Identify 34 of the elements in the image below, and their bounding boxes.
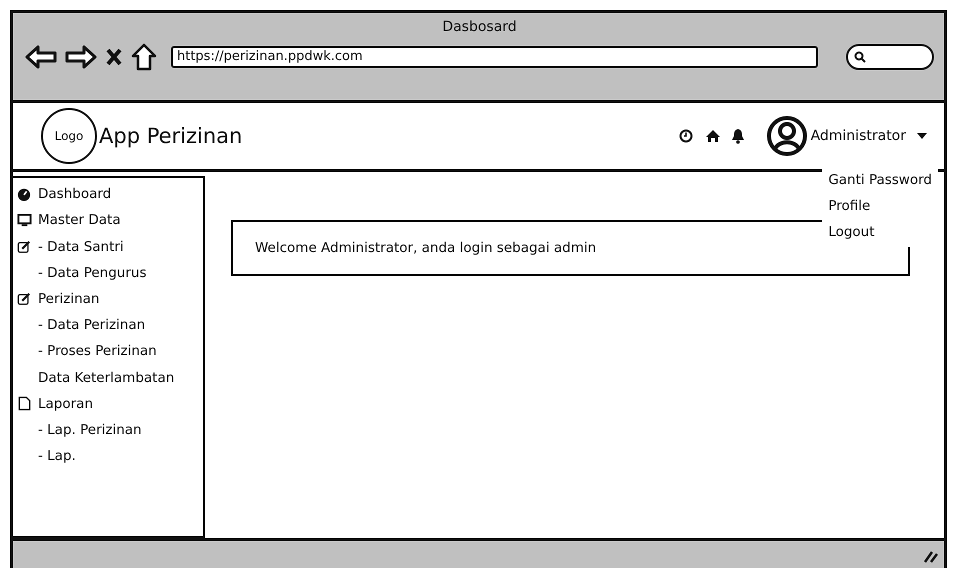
close-icon[interactable] xyxy=(105,47,123,67)
search-field[interactable] xyxy=(846,44,934,70)
sidebar-item[interactable]: Master Data xyxy=(16,207,203,234)
sidebar-item[interactable]: - Lap. xyxy=(16,443,203,470)
sidebar-item[interactable]: - Data Santri xyxy=(16,234,203,260)
window-title: Dasbosard xyxy=(442,19,517,37)
sidebar-item[interactable]: - Data Perizinan xyxy=(16,312,203,338)
monitor-icon xyxy=(16,212,32,228)
sidebar-item[interactable]: Laporan xyxy=(16,390,203,417)
user-avatar-icon xyxy=(766,116,807,156)
menu-item[interactable]: Ganti Password xyxy=(828,167,932,193)
gauge-icon xyxy=(17,187,31,202)
user-menu-button[interactable]: Administrator xyxy=(810,128,928,144)
sidebar-item[interactable]: Data Keterlambatan xyxy=(16,364,203,391)
sidebar-item[interactable]: Dashboard xyxy=(16,181,203,208)
caret-icon xyxy=(916,132,928,140)
edit-icon xyxy=(17,240,31,254)
edit-icon xyxy=(17,292,31,306)
app-name: App Perizinan xyxy=(99,124,242,148)
logo: Logo xyxy=(41,108,97,164)
clock-icon[interactable] xyxy=(678,128,693,143)
menu-item[interactable]: Logout xyxy=(828,219,932,245)
url-field[interactable]: https://perizinan.ppdwk.com xyxy=(171,46,818,68)
search-icon xyxy=(854,51,866,63)
forward-arrow-icon[interactable] xyxy=(65,44,97,70)
sidebar-item[interactable]: - Proses Perizinan xyxy=(16,338,203,364)
bell-icon[interactable] xyxy=(730,128,745,144)
back-arrow-icon[interactable] xyxy=(25,44,57,70)
menu-item[interactable]: Profile xyxy=(828,193,932,219)
sidebar-item[interactable]: - Lap. Perizinan xyxy=(16,416,203,444)
sidebar-item[interactable]: Perizinan xyxy=(16,286,203,312)
resize-grip-icon[interactable] xyxy=(922,549,938,564)
file-icon xyxy=(16,396,32,412)
sidebar-item[interactable]: - Data Pengurus xyxy=(16,260,203,286)
